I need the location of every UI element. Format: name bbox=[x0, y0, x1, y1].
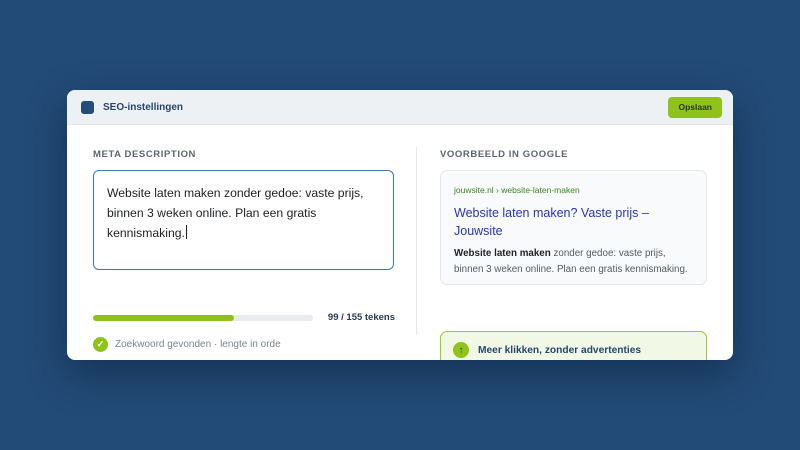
length-progress-fill bbox=[93, 315, 234, 321]
serp-description: Website laten maken zonder gedoe: vaste … bbox=[454, 246, 693, 278]
window-title: SEO-instellingen bbox=[103, 101, 184, 113]
serp-preview-card: jouwsite.nl › website-laten-maken Websit… bbox=[440, 170, 707, 285]
meta-description-label: META DESCRIPTION bbox=[93, 149, 197, 160]
status-text: Zoekwoord gevonden · lengte in orde bbox=[115, 339, 281, 350]
meta-description-input[interactable]: Website laten maken zonder gedoe: vaste … bbox=[93, 170, 394, 270]
length-progress-track bbox=[93, 315, 313, 321]
text-caret bbox=[185, 225, 187, 239]
serp-url: jouwsite.nl › website-laten-maken bbox=[454, 185, 580, 195]
column-divider bbox=[416, 147, 417, 335]
benefit-callout: ↑ Meer klikken, zonder advertenties bbox=[440, 331, 707, 360]
title-bar: SEO-instellingen Opslaan bbox=[67, 90, 733, 125]
character-count: 99 / 155 tekens bbox=[327, 312, 395, 323]
serp-title[interactable]: Website laten maken? Vaste prijs – Jouws… bbox=[454, 204, 693, 240]
save-button[interactable]: Opslaan bbox=[668, 96, 722, 118]
status-row: ✓ Zoekwoord gevonden · lengte in orde bbox=[93, 337, 281, 352]
arrow-up-icon: ↑ bbox=[453, 342, 469, 358]
seo-settings-window: SEO-instellingen Opslaan META DESCRIPTIO… bbox=[67, 90, 733, 360]
serp-description-keyword: Website laten maken bbox=[454, 248, 551, 259]
check-icon: ✓ bbox=[93, 337, 108, 352]
meta-description-text: Website laten maken zonder gedoe: vaste … bbox=[107, 186, 364, 240]
settings-body: META DESCRIPTION Website laten maken zon… bbox=[67, 125, 733, 360]
google-preview-label: VOORBEELD IN GOOGLE bbox=[440, 149, 569, 160]
callout-text: Meer klikken, zonder advertenties bbox=[478, 344, 642, 356]
app-icon bbox=[81, 100, 94, 114]
